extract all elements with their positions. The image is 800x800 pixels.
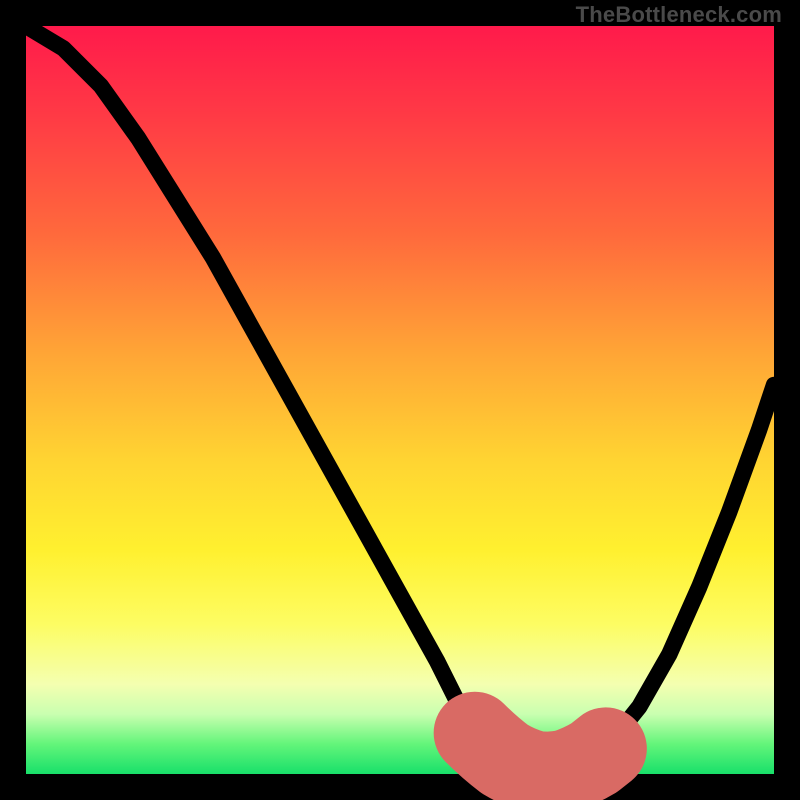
optimal-range-highlight — [475, 733, 606, 773]
watermark-text: TheBottleneck.com — [576, 2, 782, 28]
optimal-range-marker-dot — [444, 698, 468, 722]
plot-area — [26, 26, 774, 774]
bottleneck-curve — [26, 26, 774, 774]
chart-frame: TheBottleneck.com — [0, 0, 800, 800]
curve-svg — [26, 26, 774, 774]
